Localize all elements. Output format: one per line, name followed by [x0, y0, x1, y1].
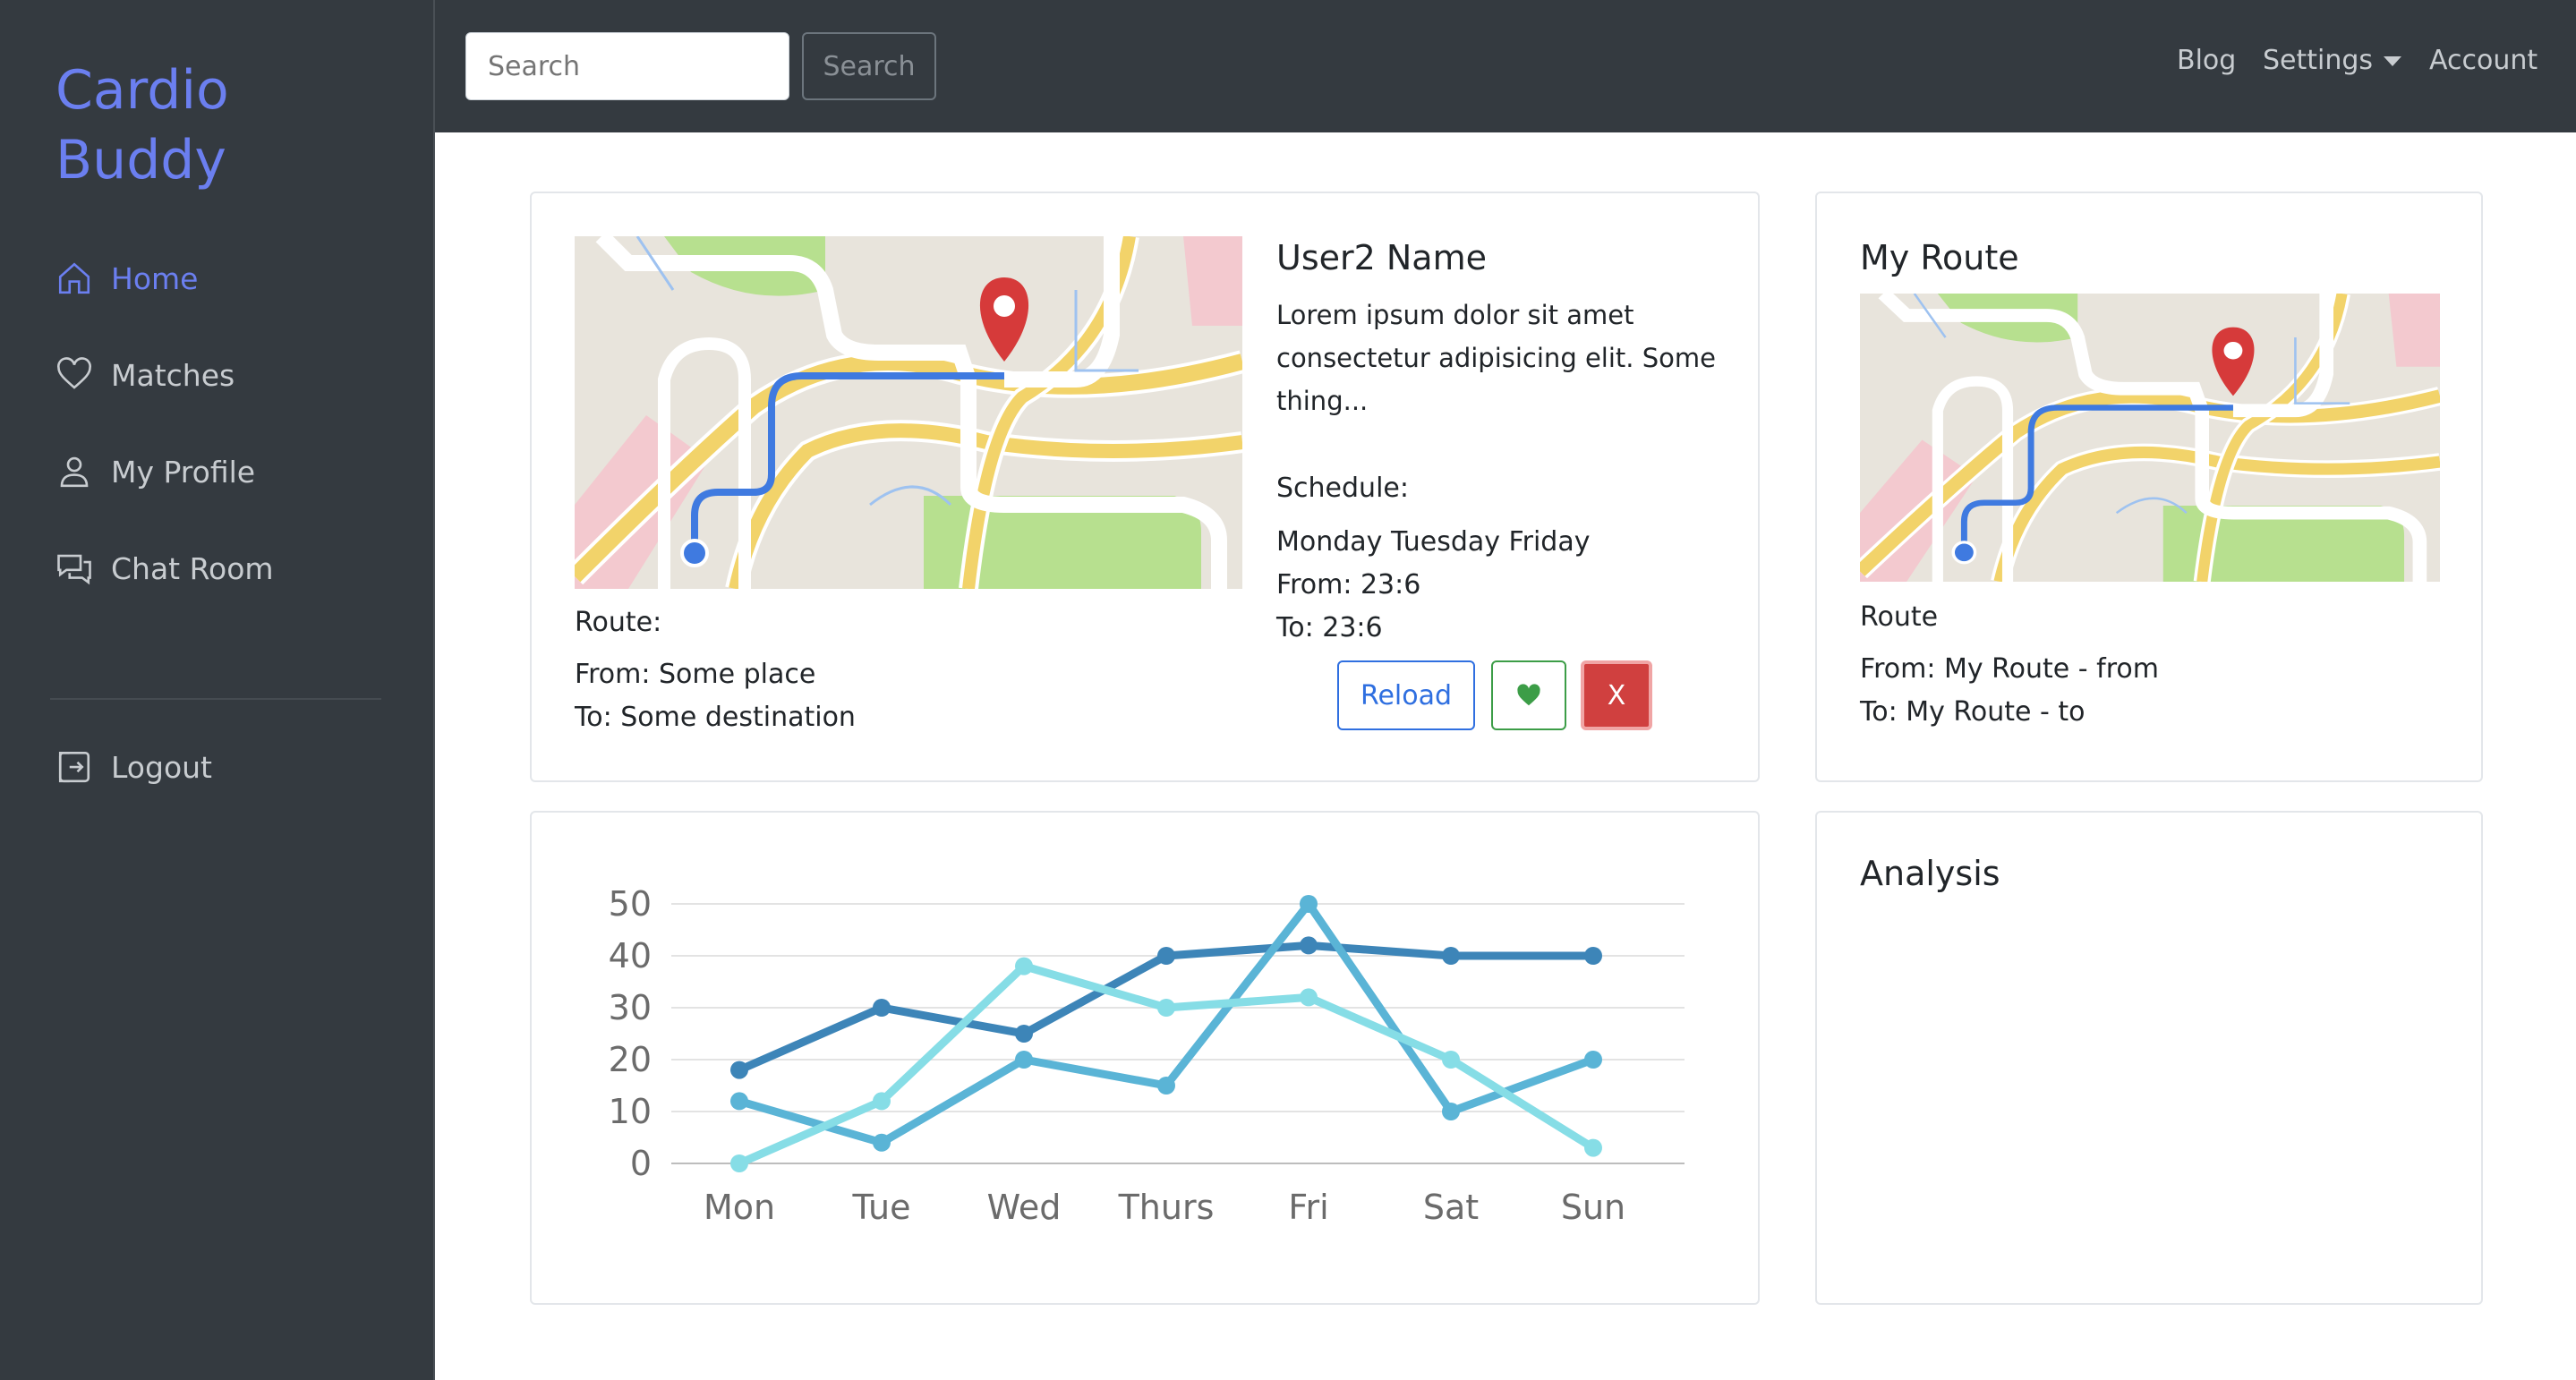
logout-icon — [55, 748, 93, 786]
x-tick-label: Thurs — [1118, 1188, 1215, 1227]
search-button[interactable]: Search — [802, 32, 936, 100]
match-description: Lorem ipsum dolor sit amet consectetur a… — [1276, 300, 1716, 416]
series-3-line — [738, 962, 1596, 1168]
x-tick-label: Wed — [987, 1188, 1062, 1227]
series-1-point — [1584, 947, 1602, 965]
sidebar-item-my-profile[interactable]: My Profile — [55, 453, 255, 490]
series-3-point — [1442, 1051, 1460, 1069]
match-card: User2 Name Lorem ipsum dolor sit amet co… — [530, 192, 1760, 782]
route-label: Route: — [575, 607, 662, 638]
brand-line-2: Buddy — [55, 129, 226, 192]
heart-icon — [1517, 684, 1540, 706]
x-tick-label: Tue — [852, 1188, 911, 1227]
series-2-point — [1015, 1051, 1033, 1069]
nav-link-settings[interactable]: Settings — [2263, 45, 2402, 76]
y-tick-label: 30 — [609, 988, 652, 1027]
x-tick-label: Fri — [1288, 1188, 1328, 1227]
y-tick-label: 0 — [630, 1144, 652, 1183]
sidebar-item-label: Home — [111, 260, 199, 296]
reload-button[interactable]: Reload — [1337, 660, 1475, 730]
dismiss-button[interactable]: X — [1581, 660, 1652, 730]
my-route-from: From: My Route - from — [1860, 653, 2159, 685]
x-tick-label: Sun — [1561, 1188, 1625, 1227]
series-1-point — [1015, 1025, 1033, 1043]
sidebar: Cardio Buddy Home Matches My Profile Cha… — [0, 0, 435, 1380]
activity-line-chart: 0 10 20 30 40 50 Mon Tue Wed Thurs Fri Sat Sun — [555, 859, 1736, 1271]
analysis-title: Analysis — [1860, 854, 2000, 893]
settings-label: Settings — [2263, 45, 2374, 76]
y-tick-label: 20 — [609, 1040, 652, 1079]
sidebar-item-label: Chat Room — [111, 550, 274, 586]
series-2-point — [1584, 1051, 1602, 1069]
nav-link-blog[interactable]: Blog — [2177, 45, 2236, 76]
chat-icon — [55, 549, 93, 587]
person-icon — [55, 453, 93, 490]
y-tick-label: 40 — [609, 936, 652, 975]
schedule-to: To: 23:6 — [1276, 612, 1383, 643]
series-3-point — [1300, 988, 1318, 1007]
nav-link-account[interactable]: Account — [2429, 45, 2538, 76]
sidebar-divider — [50, 698, 381, 700]
series-2-point — [1157, 1077, 1175, 1095]
schedule-from: From: 23:6 — [1276, 569, 1421, 601]
y-tick-label: 10 — [609, 1092, 652, 1131]
my-route-map-image — [1860, 294, 2440, 582]
series-1-point — [1157, 947, 1175, 965]
sidebar-item-label: My Profile — [111, 454, 256, 490]
route-to: To: Some destination — [575, 702, 856, 733]
route-map-image — [575, 236, 1242, 589]
sidebar-item-label: Matches — [111, 357, 235, 393]
series-1-point — [730, 1061, 748, 1079]
series-1-point — [1442, 947, 1460, 965]
brand-line-1: Cardio — [55, 59, 229, 122]
series-2-point — [1442, 1103, 1460, 1120]
series-3-point — [1584, 1138, 1602, 1157]
brand-logo[interactable]: Cardio Buddy — [55, 55, 229, 195]
series-2-point — [1300, 895, 1318, 913]
schedule-days: Monday Tuesday Friday — [1276, 526, 1591, 558]
my-route-card: My Route Route From: My Route - from To:… — [1815, 192, 2483, 782]
x-tick-label: Sat — [1423, 1188, 1479, 1227]
series-1-point — [873, 999, 891, 1017]
my-route-to: To: My Route - to — [1860, 696, 2086, 728]
series-2-point — [873, 1133, 891, 1152]
sidebar-item-matches[interactable]: Matches — [55, 356, 235, 394]
like-button[interactable] — [1491, 660, 1566, 730]
heart-icon — [55, 356, 93, 394]
home-icon — [55, 260, 93, 297]
route-from: From: Some place — [575, 659, 816, 690]
search-input[interactable] — [465, 32, 789, 100]
match-user-name: User2 Name — [1276, 238, 1487, 277]
series-3-point — [1157, 999, 1175, 1017]
x-tick-label: Mon — [704, 1188, 775, 1227]
y-tick-label: 50 — [609, 884, 652, 924]
series-3-point — [1015, 957, 1033, 975]
logout-link[interactable]: Logout — [55, 748, 212, 786]
analysis-card: Analysis — [1815, 811, 2483, 1305]
chevron-down-icon — [2384, 56, 2402, 66]
series-1-point — [1300, 936, 1318, 955]
series-3-point — [730, 1154, 748, 1172]
schedule-label: Schedule: — [1276, 473, 1409, 504]
series-2-point — [730, 1092, 748, 1111]
my-route-label: Route — [1860, 601, 1939, 633]
sidebar-item-chat-room[interactable]: Chat Room — [55, 549, 274, 587]
my-route-title: My Route — [1860, 238, 2019, 277]
series-3-point — [873, 1092, 891, 1111]
sidebar-item-home[interactable]: Home — [55, 260, 198, 297]
logout-label: Logout — [111, 749, 212, 785]
